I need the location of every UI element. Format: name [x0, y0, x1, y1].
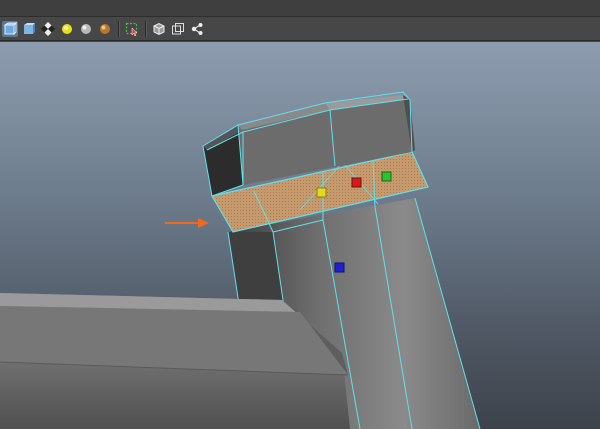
3d-viewport[interactable] — [0, 42, 600, 429]
xray-joints-icon — [172, 22, 184, 34]
smooth-shade-button[interactable] — [21, 21, 37, 37]
manipulator-green-handle[interactable] — [381, 171, 392, 182]
viewport-scene — [0, 91, 481, 429]
viewport-toolbar — [0, 17, 600, 41]
wireframe-on-shaded-icon — [3, 21, 17, 35]
xray-cube-icon — [153, 22, 165, 35]
smooth-shade-cube-icon — [24, 22, 35, 34]
node-graph-icon — [191, 22, 203, 35]
xray-joints-button[interactable] — [170, 21, 186, 37]
shadows-button[interactable] — [78, 21, 94, 37]
textured-button[interactable] — [40, 21, 56, 37]
node-graph-button[interactable] — [189, 21, 205, 37]
use-all-lights-button[interactable] — [59, 21, 75, 37]
manipulator-red-handle[interactable] — [351, 177, 362, 188]
isolate-select-icon — [125, 22, 138, 36]
manipulator-blue-handle[interactable] — [334, 262, 345, 273]
toolbar-separator — [145, 20, 147, 37]
manipulator-yellow-handle[interactable] — [316, 187, 327, 198]
ambient-occlusion-button[interactable] — [97, 21, 113, 37]
textured-checker-icon — [41, 21, 55, 36]
top-menu-strip — [0, 0, 600, 17]
isolate-select-button[interactable] — [124, 21, 140, 37]
use-all-lights-icon — [62, 23, 72, 34]
orange-arrow-icon — [165, 218, 209, 228]
wireframe-on-shaded-button[interactable] — [2, 20, 18, 37]
xray-button[interactable] — [151, 21, 167, 37]
ambient-occlusion-sphere-icon — [100, 23, 110, 34]
horizontal-arm — [0, 293, 350, 429]
toolbar-separator — [118, 20, 120, 37]
shadows-sphere-icon — [81, 23, 91, 34]
